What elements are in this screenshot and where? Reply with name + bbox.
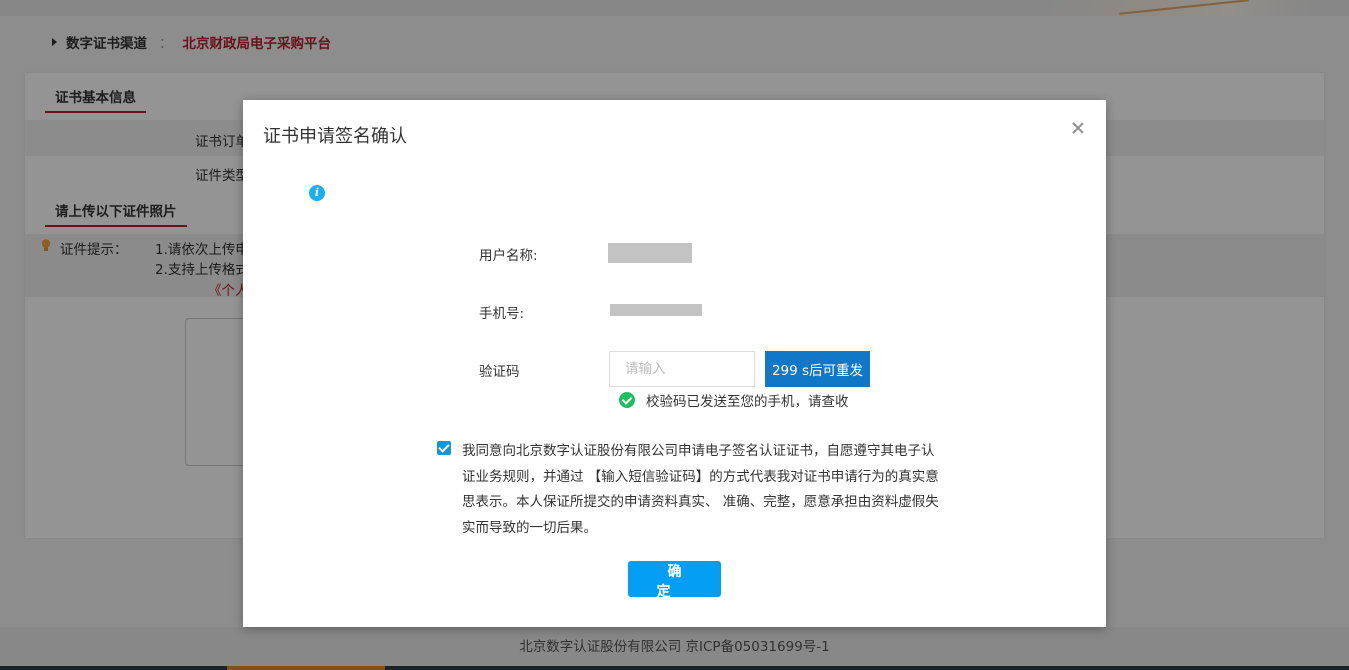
verification-code-input[interactable] [609, 351, 755, 387]
success-check-icon [619, 392, 635, 408]
phone-value-masked [610, 304, 702, 316]
dialog-title: 证书申请签名确认 [263, 126, 407, 147]
code-sent-notice: 校验码已发送至您的手机，请查收 [619, 390, 849, 410]
resend-code-button[interactable]: 299 s后可重发 [765, 351, 870, 387]
username-label: 用户名称: [479, 248, 538, 264]
confirm-button[interactable]: 确定 [628, 561, 721, 600]
phone-label: 手机号: [479, 306, 525, 322]
agreement-text: 我同意向北京数字认证股份有限公司申请电子签名认证证书，自愿遵守其电子认证业务规则… [462, 443, 939, 536]
code-sent-text: 校验码已发送至您的手机，请查收 [646, 394, 849, 410]
agreement-checkbox[interactable] [437, 441, 451, 455]
close-icon[interactable] [1070, 120, 1086, 136]
code-label: 验证码 [479, 364, 520, 380]
username-value-masked [608, 243, 692, 263]
info-icon: i [309, 185, 325, 201]
sign-confirm-dialog: 证书申请签名确认 i 用户名称: 手机号: 验证码 299 s后可重发 校验码已… [243, 100, 1106, 627]
